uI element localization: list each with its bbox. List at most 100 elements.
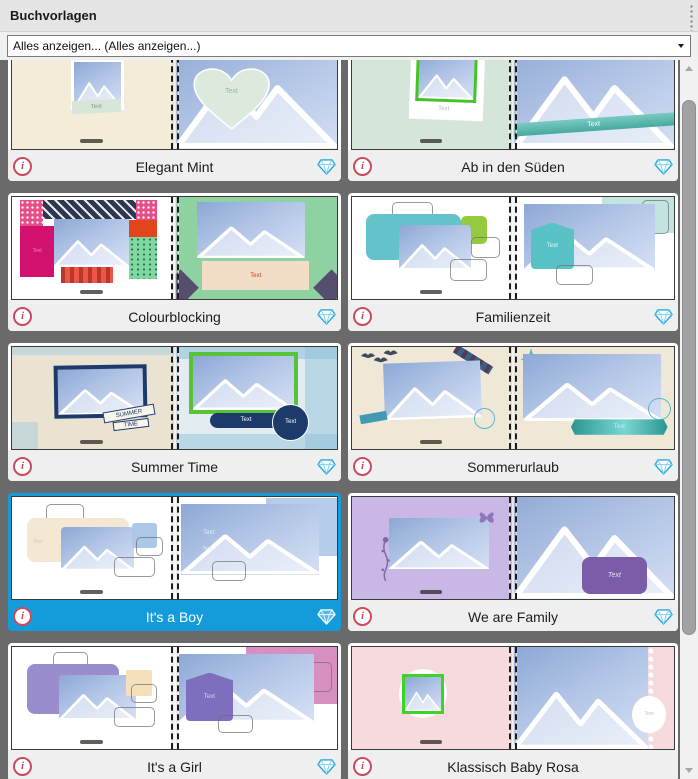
template-card[interactable]: Text Text i Familienzeit bbox=[348, 193, 678, 331]
scroll-down-button[interactable] bbox=[680, 762, 698, 779]
template-card[interactable]: Text Text i Elegant Mint bbox=[8, 60, 341, 181]
template-label-bar: i Klassisch Baby Rosa bbox=[348, 750, 678, 779]
template-preview: Text Text bbox=[11, 60, 338, 150]
rect-shape: Text bbox=[20, 225, 55, 277]
info-icon[interactable]: i bbox=[13, 757, 32, 776]
rect-shape bbox=[12, 422, 38, 449]
dropdown-arrow-button[interactable] bbox=[672, 37, 689, 55]
template-label-bar: i Ab in den Süden bbox=[348, 150, 678, 181]
template-preview: Text bbox=[351, 646, 675, 750]
shape-text: Text bbox=[33, 539, 43, 546]
book-spine bbox=[509, 647, 517, 749]
right-page: Text Text bbox=[174, 497, 337, 599]
diamond-icon bbox=[317, 458, 336, 475]
smudge-shape bbox=[80, 138, 103, 143]
scrollbar-thumb[interactable] bbox=[682, 100, 696, 635]
right-page: Text bbox=[513, 197, 674, 299]
info-icon[interactable]: i bbox=[353, 757, 372, 776]
template-preview: Text Text bbox=[11, 646, 338, 750]
panel-header: Buchvorlagen bbox=[0, 0, 698, 32]
template-label-bar: i Sommerurlaub bbox=[348, 450, 678, 481]
photo-placeholder bbox=[401, 673, 444, 715]
book-spine bbox=[170, 347, 179, 449]
photo-placeholder bbox=[513, 647, 649, 749]
filter-row: Alles anzeigen... (Alles anzeigen...) bbox=[0, 32, 698, 60]
pill-shape: Text bbox=[210, 413, 282, 428]
left-page bbox=[352, 347, 513, 449]
rect-shape bbox=[60, 267, 113, 283]
shape-text: Text bbox=[32, 247, 42, 254]
template-card[interactable]: Text i Sommerurlaub bbox=[348, 343, 678, 481]
left-page bbox=[352, 497, 513, 599]
panel-grip-icon[interactable] bbox=[690, 4, 693, 31]
outline-shape bbox=[114, 707, 155, 727]
mountains-icon bbox=[404, 691, 441, 712]
triangle-down-icon bbox=[685, 768, 693, 773]
template-filter-dropdown[interactable]: Alles anzeigen... (Alles anzeigen...) bbox=[7, 35, 691, 57]
scrollbar[interactable] bbox=[680, 60, 698, 779]
diamond-icon bbox=[654, 308, 673, 325]
diamond-icon bbox=[654, 458, 673, 475]
shape-text: Text bbox=[90, 103, 103, 110]
template-label-bar: i Elegant Mint bbox=[8, 150, 341, 181]
template-card[interactable]: Text i We are Family bbox=[348, 493, 678, 631]
shape-text: Text bbox=[644, 710, 654, 717]
shape-text: Text bbox=[546, 242, 558, 249]
book-spine bbox=[170, 647, 179, 749]
label-shape: Text bbox=[197, 530, 220, 537]
mountains-icon bbox=[54, 239, 129, 267]
outline-shape bbox=[130, 683, 157, 704]
mountains-icon bbox=[513, 691, 649, 749]
flower-icon bbox=[381, 536, 390, 582]
template-card[interactable]: Text Text i Colourblocking bbox=[8, 193, 341, 331]
right-page: Text Text bbox=[174, 347, 337, 449]
left-page: SUMMER TIME bbox=[12, 347, 175, 449]
info-icon[interactable]: i bbox=[353, 457, 372, 476]
info-icon[interactable]: i bbox=[13, 307, 32, 326]
info-icon[interactable]: i bbox=[353, 607, 372, 626]
mountains-icon bbox=[513, 76, 674, 149]
smudge-shape bbox=[419, 739, 443, 744]
template-card[interactable]: Text Text i It's a Girl bbox=[8, 643, 341, 779]
butterfly-wrap bbox=[473, 507, 500, 527]
rect-shape bbox=[174, 433, 337, 449]
smudge-shape bbox=[80, 739, 103, 744]
diamond-icon bbox=[654, 158, 673, 175]
label-shape: Text bbox=[197, 546, 217, 552]
info-icon[interactable]: i bbox=[13, 607, 32, 626]
template-card[interactable]: Text Text Text i It's a Boy bbox=[8, 493, 341, 631]
outline-shape bbox=[114, 557, 155, 577]
template-card[interactable]: SUMMER TIME Text Text i Summer Time bbox=[8, 343, 341, 481]
photo-placeholder bbox=[54, 219, 129, 267]
shape-text: Text bbox=[613, 424, 625, 431]
tag-shape: Text bbox=[530, 222, 575, 270]
flower-wrap bbox=[376, 536, 395, 583]
circle-shape bbox=[648, 398, 671, 421]
book-spine bbox=[170, 197, 179, 299]
smudge-shape bbox=[80, 589, 103, 594]
rect-shape bbox=[312, 268, 337, 299]
shape-text: Text bbox=[203, 693, 215, 700]
book-spine bbox=[170, 497, 179, 599]
template-preview: Text Text bbox=[351, 196, 675, 300]
book-spine bbox=[170, 60, 179, 149]
info-icon[interactable]: i bbox=[13, 457, 32, 476]
heart-shape: Text bbox=[191, 65, 272, 134]
info-icon[interactable]: i bbox=[13, 157, 32, 176]
book-spine bbox=[509, 497, 517, 599]
outline-shape bbox=[450, 259, 488, 281]
smudge-shape bbox=[419, 439, 443, 444]
template-card[interactable]: Text i Klassisch Baby Rosa bbox=[348, 643, 678, 779]
template-preview: Text Text bbox=[11, 196, 338, 300]
label-shape: Text bbox=[426, 105, 462, 114]
rect-shape bbox=[129, 220, 157, 237]
info-icon[interactable]: i bbox=[353, 307, 372, 326]
butterfly-icon bbox=[479, 512, 494, 523]
outline-shape bbox=[135, 536, 164, 557]
scroll-up-button[interactable] bbox=[680, 60, 698, 77]
diamond-icon bbox=[317, 608, 336, 625]
info-icon[interactable]: i bbox=[353, 157, 372, 176]
circle-shape: Text bbox=[632, 695, 666, 733]
template-name: Elegant Mint bbox=[135, 158, 214, 175]
template-card[interactable]: Text Text i Ab in den Süden bbox=[348, 60, 678, 181]
